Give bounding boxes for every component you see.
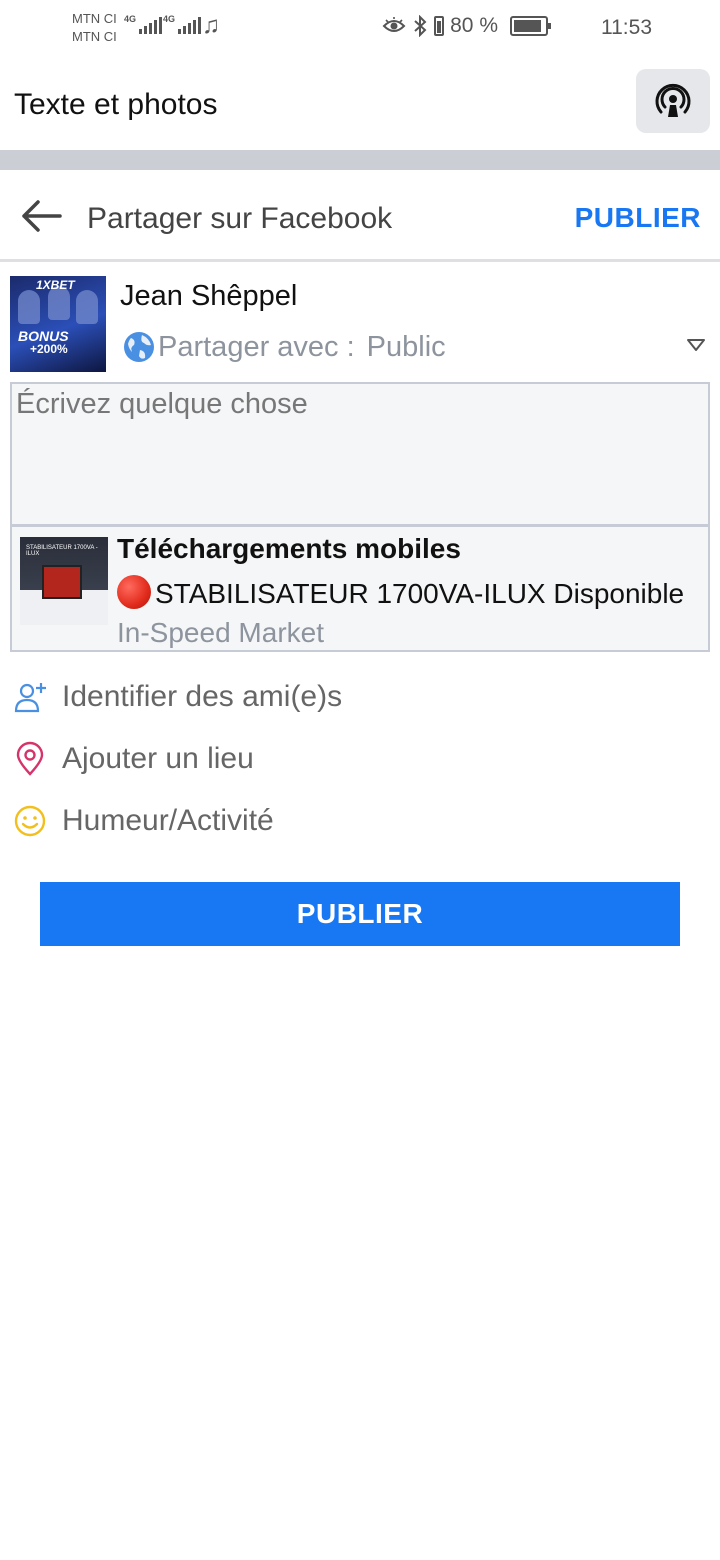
add-friend-icon <box>14 683 46 713</box>
header-title: Partager sur Facebook <box>87 202 393 235</box>
music-note-icon: ♫ <box>202 12 220 39</box>
broadcast-button[interactable] <box>636 69 710 133</box>
audience-value: Public <box>366 330 446 363</box>
audience-selector[interactable]: Partager avec : Public <box>122 330 446 364</box>
status-bar: MTN CI MTN CI 4G 4G ♫ 80 % 11:53 <box>0 0 720 58</box>
thumbnail-caption: STABILISATEUR 1700VA - ILUX <box>26 545 98 557</box>
publish-header-button[interactable]: PUBLIER <box>575 202 701 234</box>
battery-icon <box>510 16 551 36</box>
avatar[interactable]: 1XBET BONUS +200% <box>10 276 106 372</box>
eye-comfort-icon <box>382 17 406 32</box>
stabilizer-image <box>42 565 82 599</box>
tag-friends-option[interactable]: Identifier des ami(e)s <box>12 672 612 722</box>
link-description-text: STABILISATEUR 1700VA-ILUX Disponible <box>155 578 685 609</box>
clock: 11:53 <box>601 16 652 39</box>
chevron-down-icon[interactable] <box>686 338 706 352</box>
broadcast-icon <box>655 83 691 117</box>
link-title: Téléchargements mobiles <box>117 533 461 564</box>
avatar-percent-text: +200% <box>30 342 68 356</box>
link-source: In-Speed Market <box>117 617 324 648</box>
link-thumbnail: STABILISATEUR 1700VA - ILUX <box>20 537 108 625</box>
link-description: STABILISATEUR 1700VA-ILUX Disponible <box>117 575 702 610</box>
signal-1-icon: 4G <box>124 14 163 34</box>
location-pin-icon <box>16 741 44 776</box>
tag-friends-label: Identifier des ami(e)s <box>62 680 343 713</box>
separator-band <box>0 150 720 170</box>
top-bar: Texte et photos <box>0 58 720 150</box>
profile-row: 1XBET BONUS +200% Jean Shêppel Partager … <box>10 276 710 372</box>
publish-button[interactable]: PUBLIER <box>40 882 680 946</box>
status-icons-right: 80 % <box>382 14 551 38</box>
network-type-1: 4G <box>124 14 137 24</box>
carrier-1: MTN CI <box>72 11 117 26</box>
avatar-figure <box>18 290 40 324</box>
mood-activity-option[interactable]: Humeur/Activité <box>12 796 612 846</box>
globe-icon <box>124 332 154 362</box>
user-name: Jean Shêppel <box>120 280 298 312</box>
post-text-input[interactable]: Écrivez quelque chose <box>16 388 308 421</box>
red-circle-emoji-icon <box>117 575 151 609</box>
avatar-figure <box>76 290 98 324</box>
top-bar-title: Texte et photos <box>14 88 218 121</box>
back-button[interactable] <box>20 198 62 234</box>
carrier-2: MTN CI <box>72 29 117 44</box>
battery-percent: 80 % <box>450 14 498 37</box>
add-location-label: Ajouter un lieu <box>62 742 254 775</box>
add-location-option[interactable]: Ajouter un lieu <box>12 734 612 784</box>
bluetooth-icon <box>414 15 427 37</box>
share-with-label: Partager avec : <box>158 330 355 363</box>
smiley-icon <box>14 805 46 837</box>
mood-activity-label: Humeur/Activité <box>62 804 274 837</box>
carrier-names: MTN CI MTN CI <box>72 10 117 46</box>
link-preview-card[interactable]: STABILISATEUR 1700VA - ILUX Téléchargeme… <box>12 527 708 650</box>
network-type-2: 4G <box>163 14 176 24</box>
share-header: Partager sur Facebook PUBLIER <box>0 170 720 262</box>
battery-charging-icon <box>434 16 445 36</box>
avatar-brand-text: 1XBET <box>36 278 75 292</box>
signal-2-icon: 4G <box>163 14 202 34</box>
post-composer: Écrivez quelque chose STABILISATEUR 1700… <box>10 382 710 652</box>
